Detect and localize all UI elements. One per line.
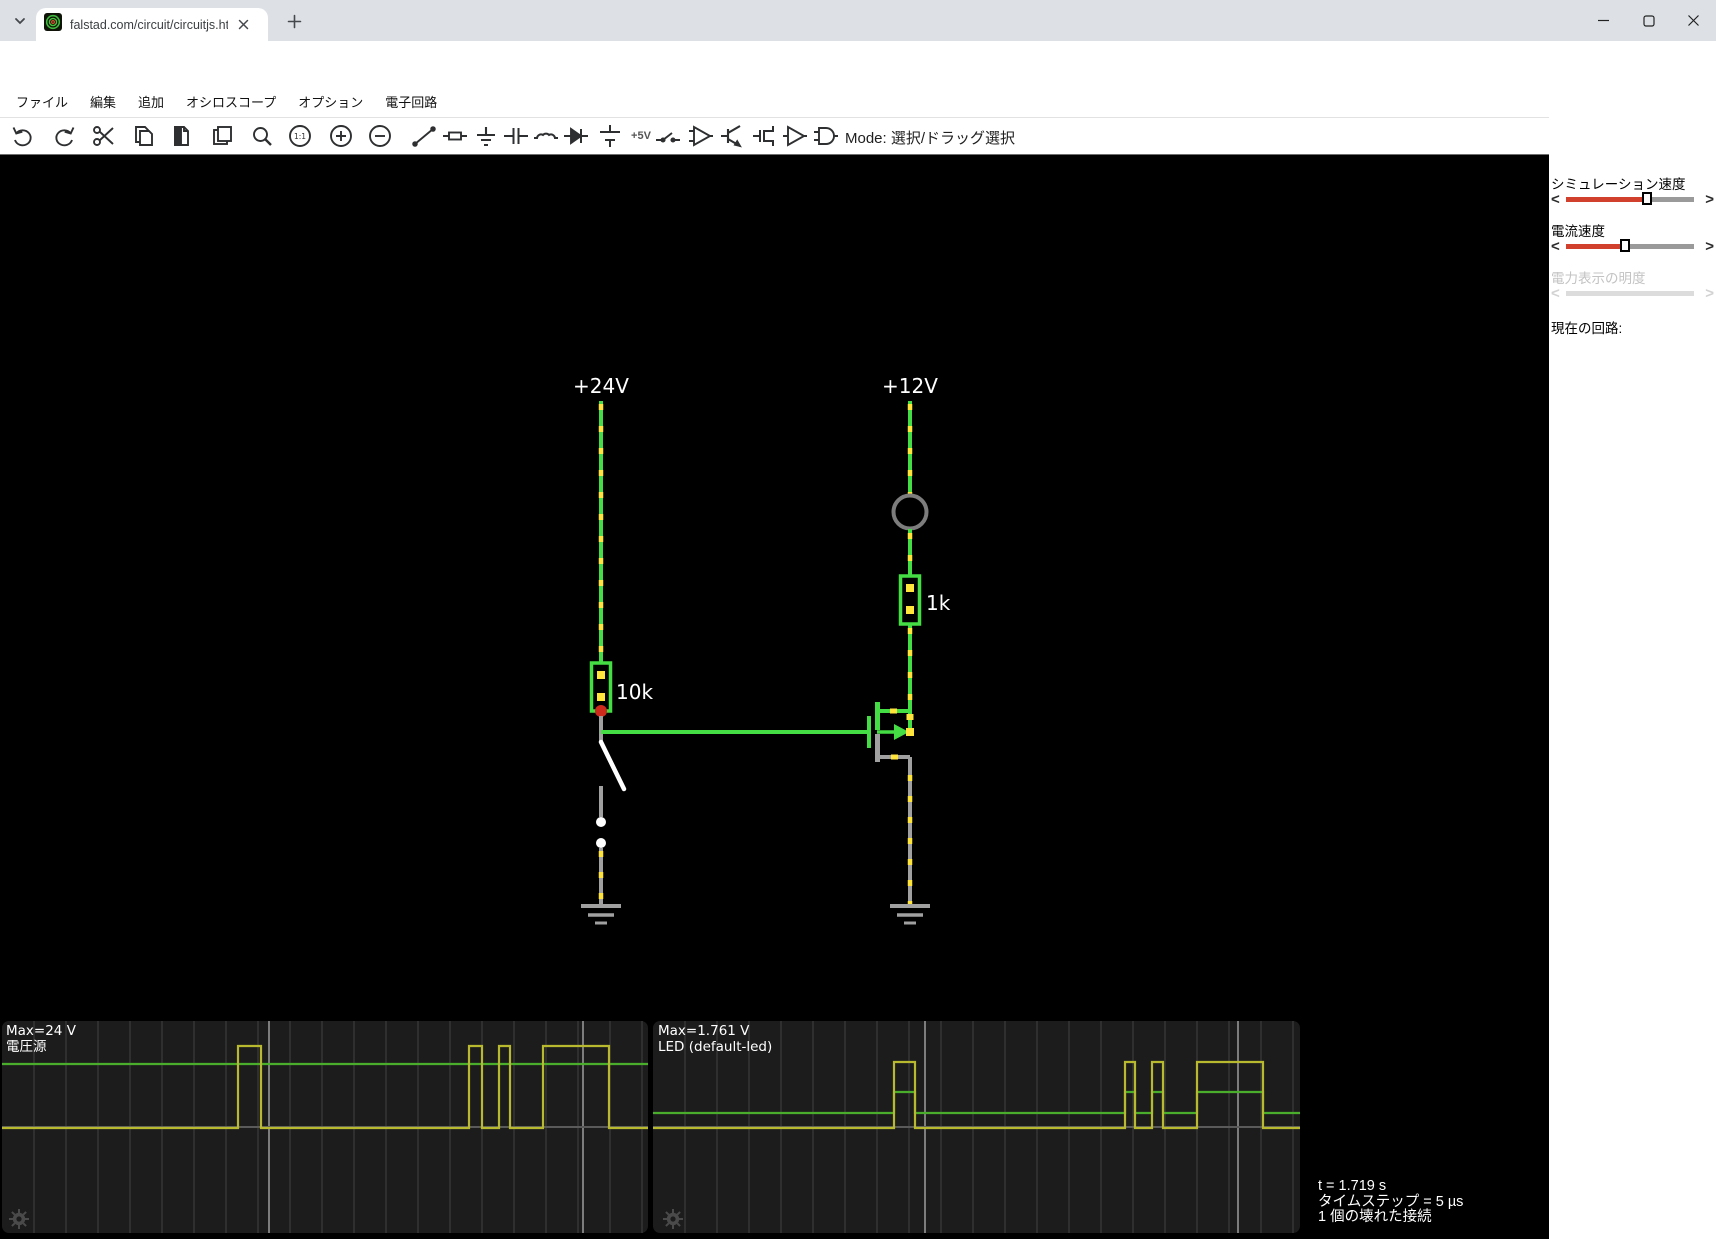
undo-icon[interactable] — [9, 123, 35, 149]
resistor-1k[interactable]: 1k — [898, 574, 951, 626]
duplicate-icon[interactable] — [209, 123, 235, 149]
window-maximize-button[interactable] — [1626, 0, 1671, 41]
switch-post[interactable] — [596, 817, 606, 827]
icon-toolbar: 1:1 +5V Mode: 選択/ドラッグ選択 — [0, 118, 1716, 155]
paste-icon[interactable] — [169, 123, 195, 149]
current-speed-slider[interactable]: < > — [1549, 238, 1716, 255]
current-speed-label: 電流速度 — [1551, 224, 1605, 239]
new-tab-button[interactable] — [282, 9, 306, 33]
voltage-rail-12v[interactable]: +12V — [882, 374, 938, 495]
sim-time: t = 1.719 s — [1318, 1178, 1387, 1194]
bad-connection-warning: 1 個の壊れた接続 — [1318, 1209, 1432, 1225]
switch-tool-icon[interactable] — [655, 123, 681, 149]
sim-speed-label: シミュレーション速度 — [1551, 177, 1686, 192]
scope1-title: 電圧源 — [6, 1039, 47, 1055]
favicon — [44, 13, 62, 36]
resistor-tool-icon[interactable] — [442, 123, 468, 149]
slider-right-arrow[interactable]: > — [1705, 191, 1714, 208]
cut-scissors-icon[interactable] — [91, 123, 117, 149]
copy-icon[interactable] — [131, 123, 157, 149]
tab-strip: falstad.com/circuit/circuitjs.htm — [0, 0, 1716, 41]
ground-tool-icon[interactable] — [473, 123, 499, 149]
menu-options[interactable]: オプション — [298, 92, 363, 111]
ground-symbol-left[interactable] — [581, 904, 621, 925]
transistor-tool-icon[interactable] — [720, 123, 746, 149]
tab-title: falstad.com/circuit/circuitjs.htm — [70, 17, 228, 32]
scope2-title: LED (default-led) — [658, 1039, 772, 1055]
slider-right-arrow[interactable]: > — [1705, 238, 1714, 255]
r10k-label: 10k — [616, 680, 653, 704]
browser-nav-bar: falstad.com/circuit/circuitjs.html — [0, 41, 1716, 122]
scope1-settings-gear-icon[interactable] — [9, 1209, 29, 1229]
inductor-tool-icon[interactable] — [533, 123, 559, 149]
power-brightness-slider: < > — [1549, 285, 1716, 302]
power-brightness-label: 電力表示の明度 — [1551, 271, 1646, 286]
ground-wire-left[interactable] — [596, 838, 606, 904]
scope-panels[interactable] — [2, 1021, 1300, 1233]
find-icon[interactable] — [249, 123, 275, 149]
redo-icon[interactable] — [52, 123, 78, 149]
scope2-max-label: Max=1.761 V — [658, 1023, 750, 1039]
current-circuit-label: 現在の回路: — [1551, 321, 1623, 336]
menu-edit[interactable]: 編集 — [90, 92, 116, 111]
r1k-label: 1k — [926, 591, 951, 615]
v12-label: +12V — [882, 374, 938, 398]
scope1-max-label: Max=24 V — [6, 1023, 77, 1039]
slider-right-arrow: > — [1705, 285, 1714, 302]
tab-close-icon[interactable] — [234, 16, 252, 34]
resistor-10k[interactable]: 10k — [589, 661, 654, 713]
logic-gate-tool-icon[interactable] — [813, 123, 839, 149]
slider-left-arrow[interactable]: < — [1551, 191, 1560, 208]
wire-tool-icon[interactable] — [411, 123, 437, 149]
slider-left-arrow[interactable]: < — [1551, 238, 1560, 255]
plus5v-tool-label[interactable]: +5V — [628, 123, 654, 149]
scope-panel[interactable] — [2, 1021, 648, 1233]
sim-status-text: t = 1.719 s タイムステップ = 5 µs 1 個の壊れた接続 — [1318, 1178, 1464, 1226]
diode-tool-icon[interactable] — [563, 123, 589, 149]
zoom-out-icon[interactable] — [367, 123, 393, 149]
app-menu-bar: ファイル 編集 追加 オシロスコープ オプション 電子回路 — [0, 85, 1716, 118]
zoom-100-icon[interactable]: 1:1 — [287, 123, 313, 149]
v24-label: +24V — [573, 374, 629, 398]
slider-handle[interactable] — [1620, 239, 1631, 252]
ground-symbol-right[interactable] — [890, 904, 930, 925]
sidebar: シミュレーション速度 < > 電流速度 < > 電力表示の明度 < > 現在の回… — [1549, 85, 1716, 1239]
sim-speed-slider[interactable]: < > — [1549, 191, 1716, 208]
mosfet-tool-icon[interactable] — [752, 123, 778, 149]
voltage-source-tool-icon[interactable] — [597, 123, 623, 149]
svg-text:1:1: 1:1 — [294, 132, 306, 141]
mosfet-n-channel[interactable] — [867, 702, 914, 762]
menu-circuits[interactable]: 電子回路 — [385, 92, 437, 111]
menu-draw[interactable]: 追加 — [138, 92, 164, 111]
buffer-tool-icon[interactable] — [782, 123, 808, 149]
menu-file[interactable]: ファイル — [16, 92, 68, 111]
window-minimize-button[interactable] — [1581, 0, 1626, 41]
wire-post[interactable] — [596, 838, 606, 848]
slider-left-arrow: < — [1551, 285, 1560, 302]
capacitor-tool-icon[interactable] — [503, 123, 529, 149]
switch-lever[interactable] — [598, 739, 627, 792]
opamp-tool-icon[interactable] — [688, 123, 714, 149]
zoom-in-icon[interactable] — [328, 123, 354, 149]
window-close-button[interactable] — [1671, 0, 1716, 41]
mode-label: Mode: 選択/ドラッグ選択 — [845, 130, 1016, 147]
menu-scopes[interactable]: オシロスコープ — [186, 92, 276, 111]
scope2-settings-gear-icon[interactable] — [663, 1209, 683, 1229]
browser-tab[interactable]: falstad.com/circuit/circuitjs.htm — [36, 8, 268, 41]
browser-window: falstad.com/circuit/circuitjs.htm ファイル 編… — [0, 0, 1716, 1239]
bad-connection-node[interactable] — [595, 705, 607, 717]
slider-handle[interactable] — [1642, 192, 1653, 205]
circuit-canvas[interactable]: +24V 10k +12V 1k Max=24 V 電圧源 Max=1.761 … — [0, 155, 1549, 1239]
voltage-rail-24v[interactable]: +24V — [573, 374, 629, 663]
sim-timestep: タイムステップ = 5 µs — [1318, 1193, 1464, 1210]
tab-search-chevron-icon[interactable] — [8, 9, 32, 33]
led-off[interactable] — [891, 493, 929, 531]
